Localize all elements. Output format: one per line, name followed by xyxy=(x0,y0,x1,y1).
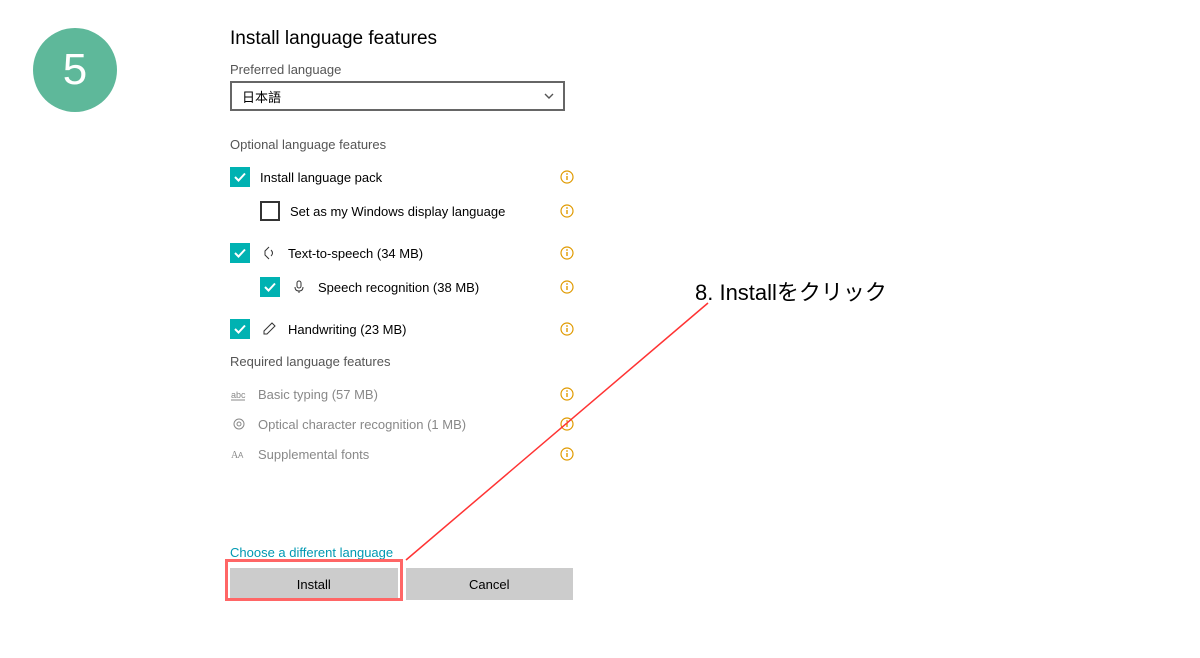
info-icon[interactable] xyxy=(559,245,575,261)
tts-icon xyxy=(260,244,278,262)
chevron-down-icon xyxy=(543,90,555,102)
option-row-tts: Text-to-speech (34 MB) xyxy=(230,242,575,264)
required-features-label: Required language features xyxy=(230,354,575,369)
required-row-ocr: Optical character recognition (1 MB) xyxy=(230,413,575,435)
option-label: Handwriting (23 MB) xyxy=(288,322,407,337)
option-row-handwriting: Handwriting (23 MB) xyxy=(230,318,575,340)
keyboard-icon: abc xyxy=(230,385,248,403)
annotation-text: 8. Installをクリック xyxy=(695,275,887,307)
preferred-language-dropdown[interactable]: 日本語 xyxy=(230,81,565,111)
handwriting-icon xyxy=(260,320,278,338)
install-button[interactable]: Install xyxy=(230,568,398,600)
microphone-icon xyxy=(290,278,308,296)
required-row-fonts: AA Supplemental fonts xyxy=(230,443,575,465)
choose-different-language-link[interactable]: Choose a different language xyxy=(230,545,575,560)
ocr-icon xyxy=(230,415,248,433)
option-label: Text-to-speech (34 MB) xyxy=(288,246,423,261)
option-label: Install language pack xyxy=(260,170,382,185)
required-label: Optical character recognition (1 MB) xyxy=(258,417,466,432)
info-icon[interactable] xyxy=(559,169,575,185)
dialog-button-row: Install Cancel xyxy=(230,568,573,600)
required-row-basic-typing: abc Basic typing (57 MB) xyxy=(230,383,575,405)
option-row-language-pack: Install language pack xyxy=(230,166,575,188)
step-number: 5 xyxy=(63,45,87,95)
preferred-language-value: 日本語 xyxy=(242,87,281,106)
svg-text:A: A xyxy=(238,451,244,460)
required-label: Supplemental fonts xyxy=(258,447,369,462)
checkbox-language-pack[interactable] xyxy=(230,167,250,187)
info-icon[interactable] xyxy=(559,416,575,432)
cancel-button[interactable]: Cancel xyxy=(406,568,574,600)
fonts-icon: AA xyxy=(230,445,248,463)
checkbox-speech-rec[interactable] xyxy=(260,277,280,297)
info-icon[interactable] xyxy=(559,203,575,219)
preferred-language-label: Preferred language xyxy=(230,62,575,77)
required-label: Basic typing (57 MB) xyxy=(258,387,378,402)
option-label: Speech recognition (38 MB) xyxy=(318,280,479,295)
info-icon[interactable] xyxy=(559,279,575,295)
step-badge: 5 xyxy=(33,28,117,112)
checkbox-tts[interactable] xyxy=(230,243,250,263)
option-row-display-language: Set as my Windows display language xyxy=(230,200,575,222)
svg-text:abc: abc xyxy=(231,390,246,400)
option-row-speech-rec: Speech recognition (38 MB) xyxy=(230,276,575,298)
checkbox-handwriting[interactable] xyxy=(230,319,250,339)
info-icon[interactable] xyxy=(559,321,575,337)
option-label: Set as my Windows display language xyxy=(290,204,505,219)
dialog-title: Install language features xyxy=(230,28,575,50)
checkbox-display-language[interactable] xyxy=(260,201,280,221)
install-language-dialog: Install language features Preferred lang… xyxy=(230,28,575,600)
info-icon[interactable] xyxy=(559,386,575,402)
optional-features-label: Optional language features xyxy=(230,137,575,152)
annotation-arrow xyxy=(0,0,1200,658)
info-icon[interactable] xyxy=(559,446,575,462)
